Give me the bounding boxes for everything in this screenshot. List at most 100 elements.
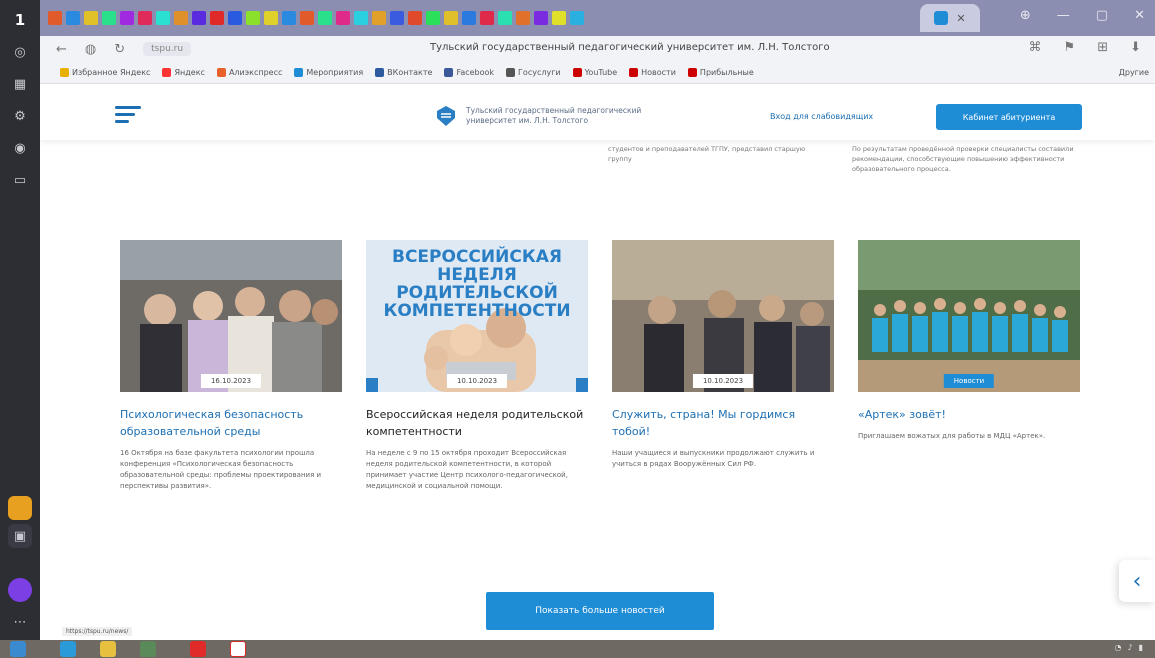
tray-battery-icon[interactable]: ▮ [1139, 643, 1143, 652]
tab-favicon-icon[interactable] [480, 11, 494, 25]
profile-icon[interactable]: ◍ [85, 42, 96, 57]
tab-favicon-icon[interactable] [156, 11, 170, 25]
bookmark-item[interactable]: YouTube [572, 68, 617, 77]
tab-favicon-icon[interactable] [174, 11, 188, 25]
tab-favicon-icon[interactable] [66, 11, 80, 25]
tab-favicon-icon[interactable] [570, 11, 584, 25]
tab-favicon-icon[interactable] [408, 11, 422, 25]
tab-favicon-icon[interactable] [102, 11, 116, 25]
dock-more-icon[interactable]: ⋯ [8, 610, 32, 634]
tab-favicon-icon[interactable] [354, 11, 368, 25]
university-name[interactable]: Тульский государственный педагогический … [466, 106, 666, 126]
tab-favicon-icon[interactable] [444, 11, 458, 25]
url-input[interactable]: tspu.ru [143, 42, 192, 56]
tab-favicon-icon[interactable] [228, 11, 242, 25]
tab-favicon-icon[interactable] [246, 11, 260, 25]
close-icon[interactable]: ✕ [1134, 8, 1145, 23]
dock-app-icon[interactable] [8, 496, 32, 520]
news-grid: 16.10.2023 Психологическая безопасность … [120, 240, 1080, 492]
tab-favicon-icon[interactable] [264, 11, 278, 25]
audience-photo-image [120, 240, 342, 392]
dock-assistant-icon[interactable] [8, 578, 32, 602]
tab-close-icon[interactable]: ✕ [956, 12, 965, 25]
menu-burger-icon[interactable] [115, 106, 141, 127]
news-title[interactable]: Всероссийская неделя родительской компет… [366, 406, 588, 440]
tab-favicon-icon[interactable] [300, 11, 314, 25]
tab-favicon-icon[interactable] [138, 11, 152, 25]
applicant-cabinet-button[interactable]: Кабинет абитуриента [936, 104, 1082, 130]
taskbar-yandex-browser-icon[interactable] [230, 641, 246, 657]
dock-game-icon[interactable]: ◉ [8, 136, 32, 160]
bookmark-icon[interactable]: ⚑ [1064, 40, 1076, 55]
bookmark-item[interactable]: Яндекс [162, 68, 205, 77]
download-icon[interactable]: ⬇ [1130, 40, 1141, 55]
tab-favicon-icon[interactable] [336, 11, 350, 25]
tab-favicon-icon[interactable] [120, 11, 134, 25]
tab-favicon-icon[interactable] [552, 11, 566, 25]
tab-favicon-icon[interactable] [498, 11, 512, 25]
bookmark-favicon-icon [162, 68, 172, 77]
tab-favicon-icon[interactable] [318, 11, 332, 25]
site-header: Тульский государственный педагогический … [40, 84, 1155, 140]
bookmark-item[interactable]: ВКонтакте [375, 68, 432, 77]
tab-favicon-icon[interactable] [48, 11, 62, 25]
university-logo-icon[interactable] [435, 104, 457, 128]
taskbar-pdf-icon[interactable] [190, 641, 206, 657]
news-image[interactable]: Новости [858, 240, 1080, 392]
dock-grid-icon[interactable]: ▦ [8, 72, 32, 96]
tab-favicon-icon[interactable] [426, 11, 440, 25]
dock-settings-icon[interactable]: ⚙ [8, 104, 32, 128]
maximize-icon[interactable]: ▢ [1096, 8, 1108, 23]
news-card[interactable]: 16.10.2023 Психологическая безопасность … [120, 240, 342, 492]
news-card[interactable]: 10.10.2023 Служить, страна! Мы гордимся … [612, 240, 834, 492]
translate-icon[interactable]: ⌘ [1029, 40, 1042, 55]
taskbar-folder-icon[interactable] [100, 641, 116, 657]
bookmarks-more[interactable]: Другие [1119, 68, 1149, 77]
dock-window-icon[interactable]: ▭ [8, 168, 32, 192]
side-panel-toggle-chevron-left-icon[interactable]: ‹ [1119, 560, 1155, 602]
tab-favicon-icon[interactable] [282, 11, 296, 25]
tab-active[interactable]: ✕ [920, 4, 980, 32]
news-card[interactable]: Новости «Артек» зовёт! Приглашаем вожаты… [858, 240, 1080, 492]
bookmark-item[interactable]: Избранное Яндекс [60, 68, 150, 77]
taskbar-app-icon[interactable] [140, 641, 156, 657]
bookmark-item[interactable]: Новости [629, 68, 676, 77]
minimize-icon[interactable]: — [1057, 8, 1070, 23]
news-card[interactable]: ВСЕРОССИЙСКАЯ НЕДЕЛЯ РОДИТЕЛЬСКОЙ КОМПЕТ… [366, 240, 588, 492]
tray-volume-icon[interactable]: ♪ [1127, 643, 1132, 652]
new-tab-icon[interactable]: ⊕ [1020, 8, 1031, 23]
news-title[interactable]: «Артек» зовёт! [858, 406, 1080, 423]
dock-badge[interactable]: 1 [8, 8, 32, 32]
tab-favicon-icon[interactable] [516, 11, 530, 25]
news-image[interactable]: 10.10.2023 [612, 240, 834, 392]
tab-favicon-icon[interactable] [390, 11, 404, 25]
dock-terminal-icon[interactable]: ▣ [8, 524, 32, 548]
bookmark-item[interactable]: Мероприятия [294, 68, 363, 77]
bookmark-item[interactable]: Facebook [444, 68, 494, 77]
tray-network-icon[interactable]: ◔ [1115, 643, 1122, 652]
show-more-news-button[interactable]: Показать больше новостей [486, 592, 714, 630]
taskbar-edge-icon[interactable] [60, 641, 76, 657]
extensions-icon[interactable]: ⊞ [1097, 40, 1108, 55]
news-image[interactable]: 16.10.2023 [120, 240, 342, 392]
news-image[interactable]: ВСЕРОССИЙСКАЯ НЕДЕЛЯ РОДИТЕЛЬСКОЙ КОМПЕТ… [366, 240, 588, 392]
news-title[interactable]: Психологическая безопасность образовател… [120, 406, 342, 440]
bookmark-favicon-icon [375, 68, 385, 77]
bookmark-item[interactable]: Алиэкспресс [216, 68, 282, 77]
start-icon[interactable] [10, 641, 26, 657]
bookmark-item[interactable]: Прибыльные [687, 68, 754, 77]
tab-favicon-icon[interactable] [534, 11, 548, 25]
reload-icon[interactable]: ↻ [114, 42, 125, 57]
accessibility-link[interactable]: Вход для слабовидящих [770, 112, 873, 121]
tab-favicon-icon[interactable] [372, 11, 386, 25]
tab-favicon-icon[interactable] [84, 11, 98, 25]
tab-favicon-icon[interactable] [210, 11, 224, 25]
news-title[interactable]: Служить, страна! Мы гордимся тобой! [612, 406, 834, 440]
tab-favicon-icon[interactable] [192, 11, 206, 25]
ceremony-photo-image [612, 240, 834, 392]
previous-news-desc: студентов и преподавателей ТГПУ, предста… [608, 145, 806, 163]
bookmark-item[interactable]: Госуслуги [506, 68, 561, 77]
back-icon[interactable]: ← [56, 42, 67, 57]
dock-home-icon[interactable]: ◎ [8, 40, 32, 64]
tab-favicon-icon[interactable] [462, 11, 476, 25]
